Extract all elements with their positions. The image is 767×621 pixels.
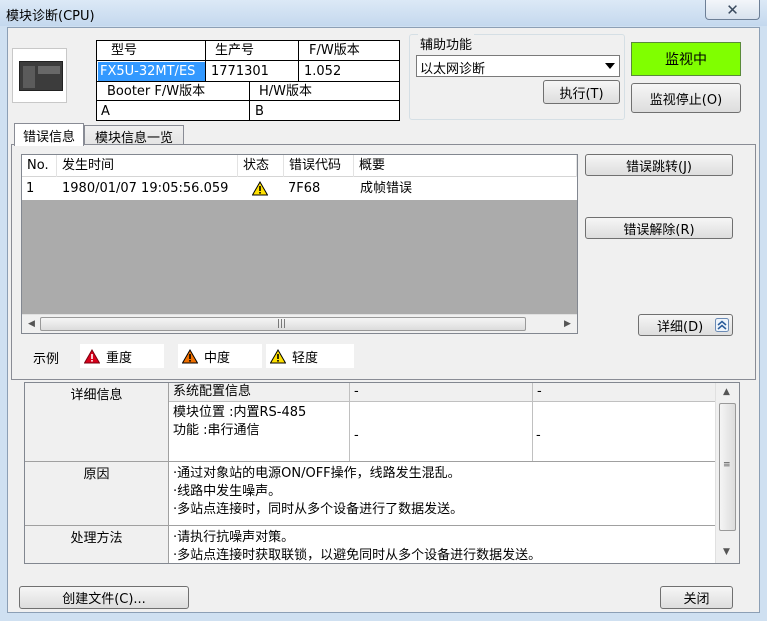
detail-info-table: 详细信息 原因 处理方法 系统配置信息 - - 模块位置 :内置RS-485 功… xyxy=(24,382,740,564)
warning-minor-icon xyxy=(252,181,268,196)
column-header-summary[interactable]: 概要 xyxy=(354,155,577,177)
row-status xyxy=(248,178,284,200)
booter-fw-value: A xyxy=(101,104,110,119)
detail-col2-header: - xyxy=(350,383,532,401)
error-list-header: No. 发生时间 状态 错误代码 概要 xyxy=(22,155,577,177)
system-config-header: 系统配置信息 xyxy=(169,383,349,401)
legend-minor-label: 轻度 xyxy=(292,350,319,366)
model-header: 型号 xyxy=(111,43,138,58)
column-header-error-code[interactable]: 错误代码 xyxy=(284,155,354,177)
window-title: 模块诊断(CPU) xyxy=(6,9,95,24)
action-label: 处理方法 xyxy=(25,526,168,563)
dialog-client: 型号 生产号 F/W版本 FX5U-32MT/ES 1771301 1.052 … xyxy=(7,27,760,613)
create-file-button[interactable]: 创建文件(C)... xyxy=(19,586,189,609)
chevron-down-icon xyxy=(605,63,615,69)
legend-moderate-label: 中度 xyxy=(204,350,231,366)
cause-label: 原因 xyxy=(25,462,168,525)
list-empty-area xyxy=(22,200,577,314)
cause-line: ·多站点连接时，同时从多个设备进行了数据发送。 xyxy=(173,502,464,517)
module-position: 模块位置 :内置RS-485 xyxy=(173,405,307,420)
warning-moderate-icon xyxy=(182,348,198,363)
scroll-left-icon[interactable]: ◀ xyxy=(28,319,35,329)
column-header-status[interactable]: 状态 xyxy=(238,155,284,177)
detail-button-label: 详细(D) xyxy=(657,319,704,335)
action-line: ·多站点连接时获取联锁，以避免同时从多个设备进行数据发送。 xyxy=(173,548,542,563)
serial-value: 1771301 xyxy=(211,64,269,79)
fw-version-value: 1.052 xyxy=(304,64,342,79)
tab-label: 模块信息一览 xyxy=(94,130,173,146)
error-jump-button[interactable]: 错误跳转(J) xyxy=(585,154,733,176)
module-function: 功能 :串行通信 xyxy=(173,423,260,438)
hw-version-header: H/W版本 xyxy=(259,84,313,99)
error-clear-button[interactable]: 错误解除(R) xyxy=(585,217,733,239)
column-header-no[interactable]: No. xyxy=(22,155,57,177)
legend-major-label: 重度 xyxy=(106,350,133,366)
chevron-double-up-icon xyxy=(715,318,729,332)
detail-col2-value: - xyxy=(354,428,359,443)
aux-function-select[interactable]: 以太网诊断 xyxy=(416,55,620,77)
fw-version-header: F/W版本 xyxy=(309,43,360,58)
cause-line: ·通过对象站的电源ON/OFF操作，线路发生混乱。 xyxy=(173,466,461,481)
row-error-code: 7F68 xyxy=(288,181,321,196)
monitor-status-indicator: 监视中 xyxy=(631,42,741,76)
cause-line: ·线路中发生噪声。 xyxy=(173,484,282,499)
close-button[interactable]: 关闭 xyxy=(660,586,733,609)
vertical-scrollbar[interactable]: ▲ ≡ ▼ xyxy=(715,383,739,563)
hw-version-value: B xyxy=(255,104,264,119)
title-bar: 模块诊断(CPU) ✕ xyxy=(0,0,767,26)
aux-function-label: 辅助功能 xyxy=(418,34,475,53)
horizontal-scrollbar[interactable]: ◀ ||| ▶ xyxy=(22,314,577,333)
error-list[interactable]: No. 发生时间 状态 错误代码 概要 1 1980/01/07 19:05:5… xyxy=(21,154,578,334)
row-no: 1 xyxy=(26,181,35,196)
row-time: 1980/01/07 19:05:56.059 xyxy=(62,181,229,196)
model-value: FX5U-32MT/ES xyxy=(98,62,205,81)
cpu-module-image xyxy=(12,48,67,103)
close-icon: ✕ xyxy=(726,0,739,19)
detail-col3-value: - xyxy=(536,428,541,443)
table-row[interactable]: 1 1980/01/07 19:05:56.059 7F68 成帧错误 xyxy=(22,178,577,200)
scroll-right-icon[interactable]: ▶ xyxy=(564,319,571,329)
tab-error-info[interactable]: 错误信息 xyxy=(14,123,84,146)
tab-module-info-list[interactable]: 模块信息一览 xyxy=(84,125,184,146)
detail-info-label: 详细信息 xyxy=(25,383,168,461)
action-line: ·请执行抗噪声对策。 xyxy=(173,530,295,545)
row-summary: 成帧错误 xyxy=(360,181,413,196)
window-close-button[interactable]: ✕ xyxy=(705,0,760,20)
aux-function-selected: 以太网诊断 xyxy=(420,62,486,77)
serial-header: 生产号 xyxy=(215,43,255,58)
vertical-scroll-thumb[interactable]: ≡ xyxy=(719,403,736,531)
detail-toggle-button[interactable]: 详细(D) xyxy=(638,314,733,336)
scroll-up-icon[interactable]: ▲ xyxy=(723,387,730,397)
legend-major: 重度 xyxy=(80,344,164,368)
booter-fw-header: Booter F/W版本 xyxy=(107,84,206,99)
column-header-time[interactable]: 发生时间 xyxy=(57,155,238,177)
warning-major-icon xyxy=(84,348,100,363)
model-info-grid: 型号 生产号 F/W版本 FX5U-32MT/ES 1771301 1.052 … xyxy=(96,40,400,121)
detail-col3-header: - xyxy=(533,383,715,401)
legend-moderate: 中度 xyxy=(178,344,262,368)
execute-button[interactable]: 执行(T) xyxy=(543,80,620,104)
tab-label: 错误信息 xyxy=(22,129,75,145)
legend-label: 示例 xyxy=(33,352,60,367)
scroll-down-icon[interactable]: ▼ xyxy=(723,547,730,557)
legend-minor: 轻度 xyxy=(266,344,354,368)
monitor-stop-button[interactable]: 监视停止(O) xyxy=(631,83,741,113)
warning-minor-icon xyxy=(270,348,286,363)
horizontal-scroll-thumb[interactable]: ||| xyxy=(40,317,526,331)
